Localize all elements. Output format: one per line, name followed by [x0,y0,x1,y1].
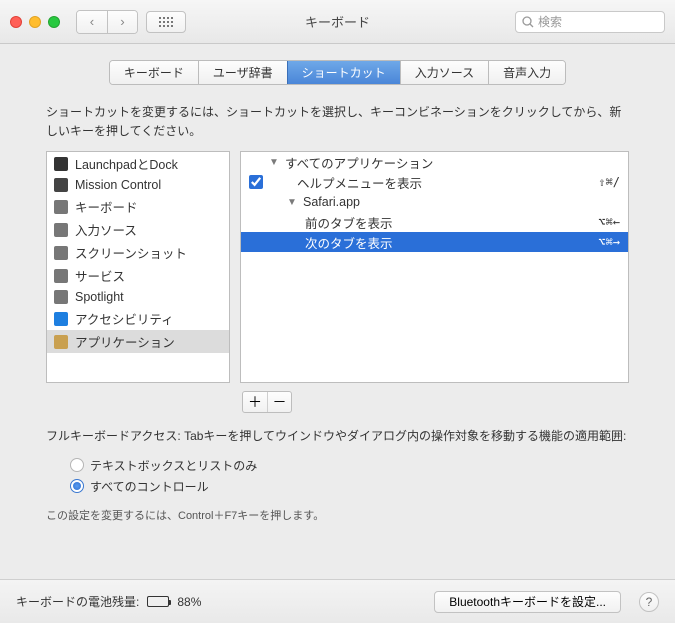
accessibility-icon [53,311,69,327]
radio-allcontrols[interactable]: すべてのコントロール [70,476,605,497]
category-label: LaunchpadとDock [75,154,178,173]
battery-percent: 88% [177,595,201,609]
group-row-safari[interactable]: ▼ Safari.app [241,192,628,212]
spotlight-icon [53,289,69,305]
shortcut-checkbox[interactable] [249,175,263,189]
tab-4[interactable]: 音声入力 [488,61,565,84]
mission-icon [53,177,69,193]
bluetooth-setup-button[interactable]: Bluetoothキーボードを設定... [434,591,621,613]
shortcut-label: ヘルプメニューを表示 [297,173,592,192]
screenshot-icon [53,245,69,261]
help-button[interactable]: ? [639,592,659,612]
search-field[interactable]: 検索 [515,11,665,33]
fka-radios: テキストボックスとリストのみ すべてのコントロール [0,453,675,499]
category-label: Mission Control [75,178,161,192]
fka-text: フルキーボードアクセス: Tabキーを押してウインドウやダイアログ内の操作対象を… [0,413,675,452]
group-row-all[interactable]: ▼ すべてのアプリケーション [241,152,628,172]
category-list[interactable]: LaunchpadとDock Mission Control キーボード入力ソースス… [46,151,230,383]
battery-label: キーボードの電池残量: [16,593,139,610]
forward-button[interactable]: › [107,11,137,33]
category-item[interactable]: 入力ソース [47,218,229,241]
zoom-icon[interactable] [48,16,60,28]
battery-icon [147,596,169,607]
launchpad-icon [53,156,69,172]
shortcut-row-prev[interactable]: 前のタブを表示 ⌥⌘← [241,212,628,232]
shortcut-keys: ⇧⌘/ [598,175,620,189]
instruction-text: ショートカットを変更するには、ショートカットを選択し、キーコンビネーションをクリ… [0,95,675,151]
footer: キーボードの電池残量: 88% Bluetoothキーボードを設定... ? [0,579,675,623]
radio-icon [70,458,84,472]
radio-icon [70,479,84,493]
search-placeholder: 検索 [538,13,562,30]
category-label: キーボード [75,197,138,216]
shortcut-row-next[interactable]: 次のタブを表示 ⌥⌘→ [241,232,628,252]
keyboard-icon [53,199,69,215]
grid-icon [159,17,173,27]
category-label: サービス [75,266,125,285]
back-button[interactable]: ‹ [77,11,107,33]
shortcut-label: 前のタブを表示 [305,213,592,232]
pref-tabs: キーボードユーザ辞書ショートカット入力ソース音声入力 [0,60,675,85]
disclosure-triangle-icon[interactable]: ▼ [269,157,279,168]
search-icon [522,16,534,28]
group-label: すべてのアプリケーション [285,153,620,172]
app-icon [53,334,69,350]
category-item[interactable]: アクセシビリティ [47,307,229,330]
category-item[interactable]: LaunchpadとDock [47,152,229,175]
category-item[interactable]: Spotlight [47,287,229,307]
category-label: アクセシビリティ [75,309,174,328]
category-item[interactable]: キーボード [47,195,229,218]
category-item[interactable]: スクリーンショット [47,241,229,264]
category-item[interactable]: Mission Control [47,175,229,195]
category-item[interactable]: サービス [47,264,229,287]
titlebar: ‹ › キーボード 検索 [0,0,675,44]
category-label: スクリーンショット [75,243,187,262]
traffic-lights [10,16,60,28]
input-icon [53,222,69,238]
shortcut-keys: ⌥⌘→ [598,235,620,249]
category-label: Spotlight [75,290,124,304]
services-icon [53,268,69,284]
show-all-button[interactable] [146,11,186,33]
shortcut-label: 次のタブを表示 [305,233,592,252]
shortcut-row-help[interactable]: ヘルプメニューを表示 ⇧⌘/ [241,172,628,192]
tab-2[interactable]: ショートカット [287,61,400,84]
group-label: Safari.app [303,195,620,209]
fka-hint: この設定を変更するには、Control＋F7キーを押します。 [0,499,675,523]
close-icon[interactable] [10,16,22,28]
minimize-icon[interactable] [29,16,41,28]
add-remove-buttons: ＋ － [242,391,292,413]
category-label: 入力ソース [75,220,137,239]
tab-3[interactable]: 入力ソース [400,61,488,84]
add-button[interactable]: ＋ [243,392,267,412]
tab-0[interactable]: キーボード [110,61,198,84]
nav-back-forward: ‹ › [76,10,138,34]
category-label: アプリケーション [75,332,175,351]
tab-1[interactable]: ユーザ辞書 [198,61,287,84]
shortcut-list[interactable]: ▼ すべてのアプリケーション ヘルプメニューを表示 ⇧⌘/ ▼ Safari.a… [240,151,629,383]
radio-textlist[interactable]: テキストボックスとリストのみ [70,455,605,476]
disclosure-triangle-icon[interactable]: ▼ [287,197,297,208]
shortcut-keys: ⌥⌘← [598,215,620,229]
category-item[interactable]: アプリケーション [47,330,229,353]
remove-button[interactable]: － [267,392,291,412]
